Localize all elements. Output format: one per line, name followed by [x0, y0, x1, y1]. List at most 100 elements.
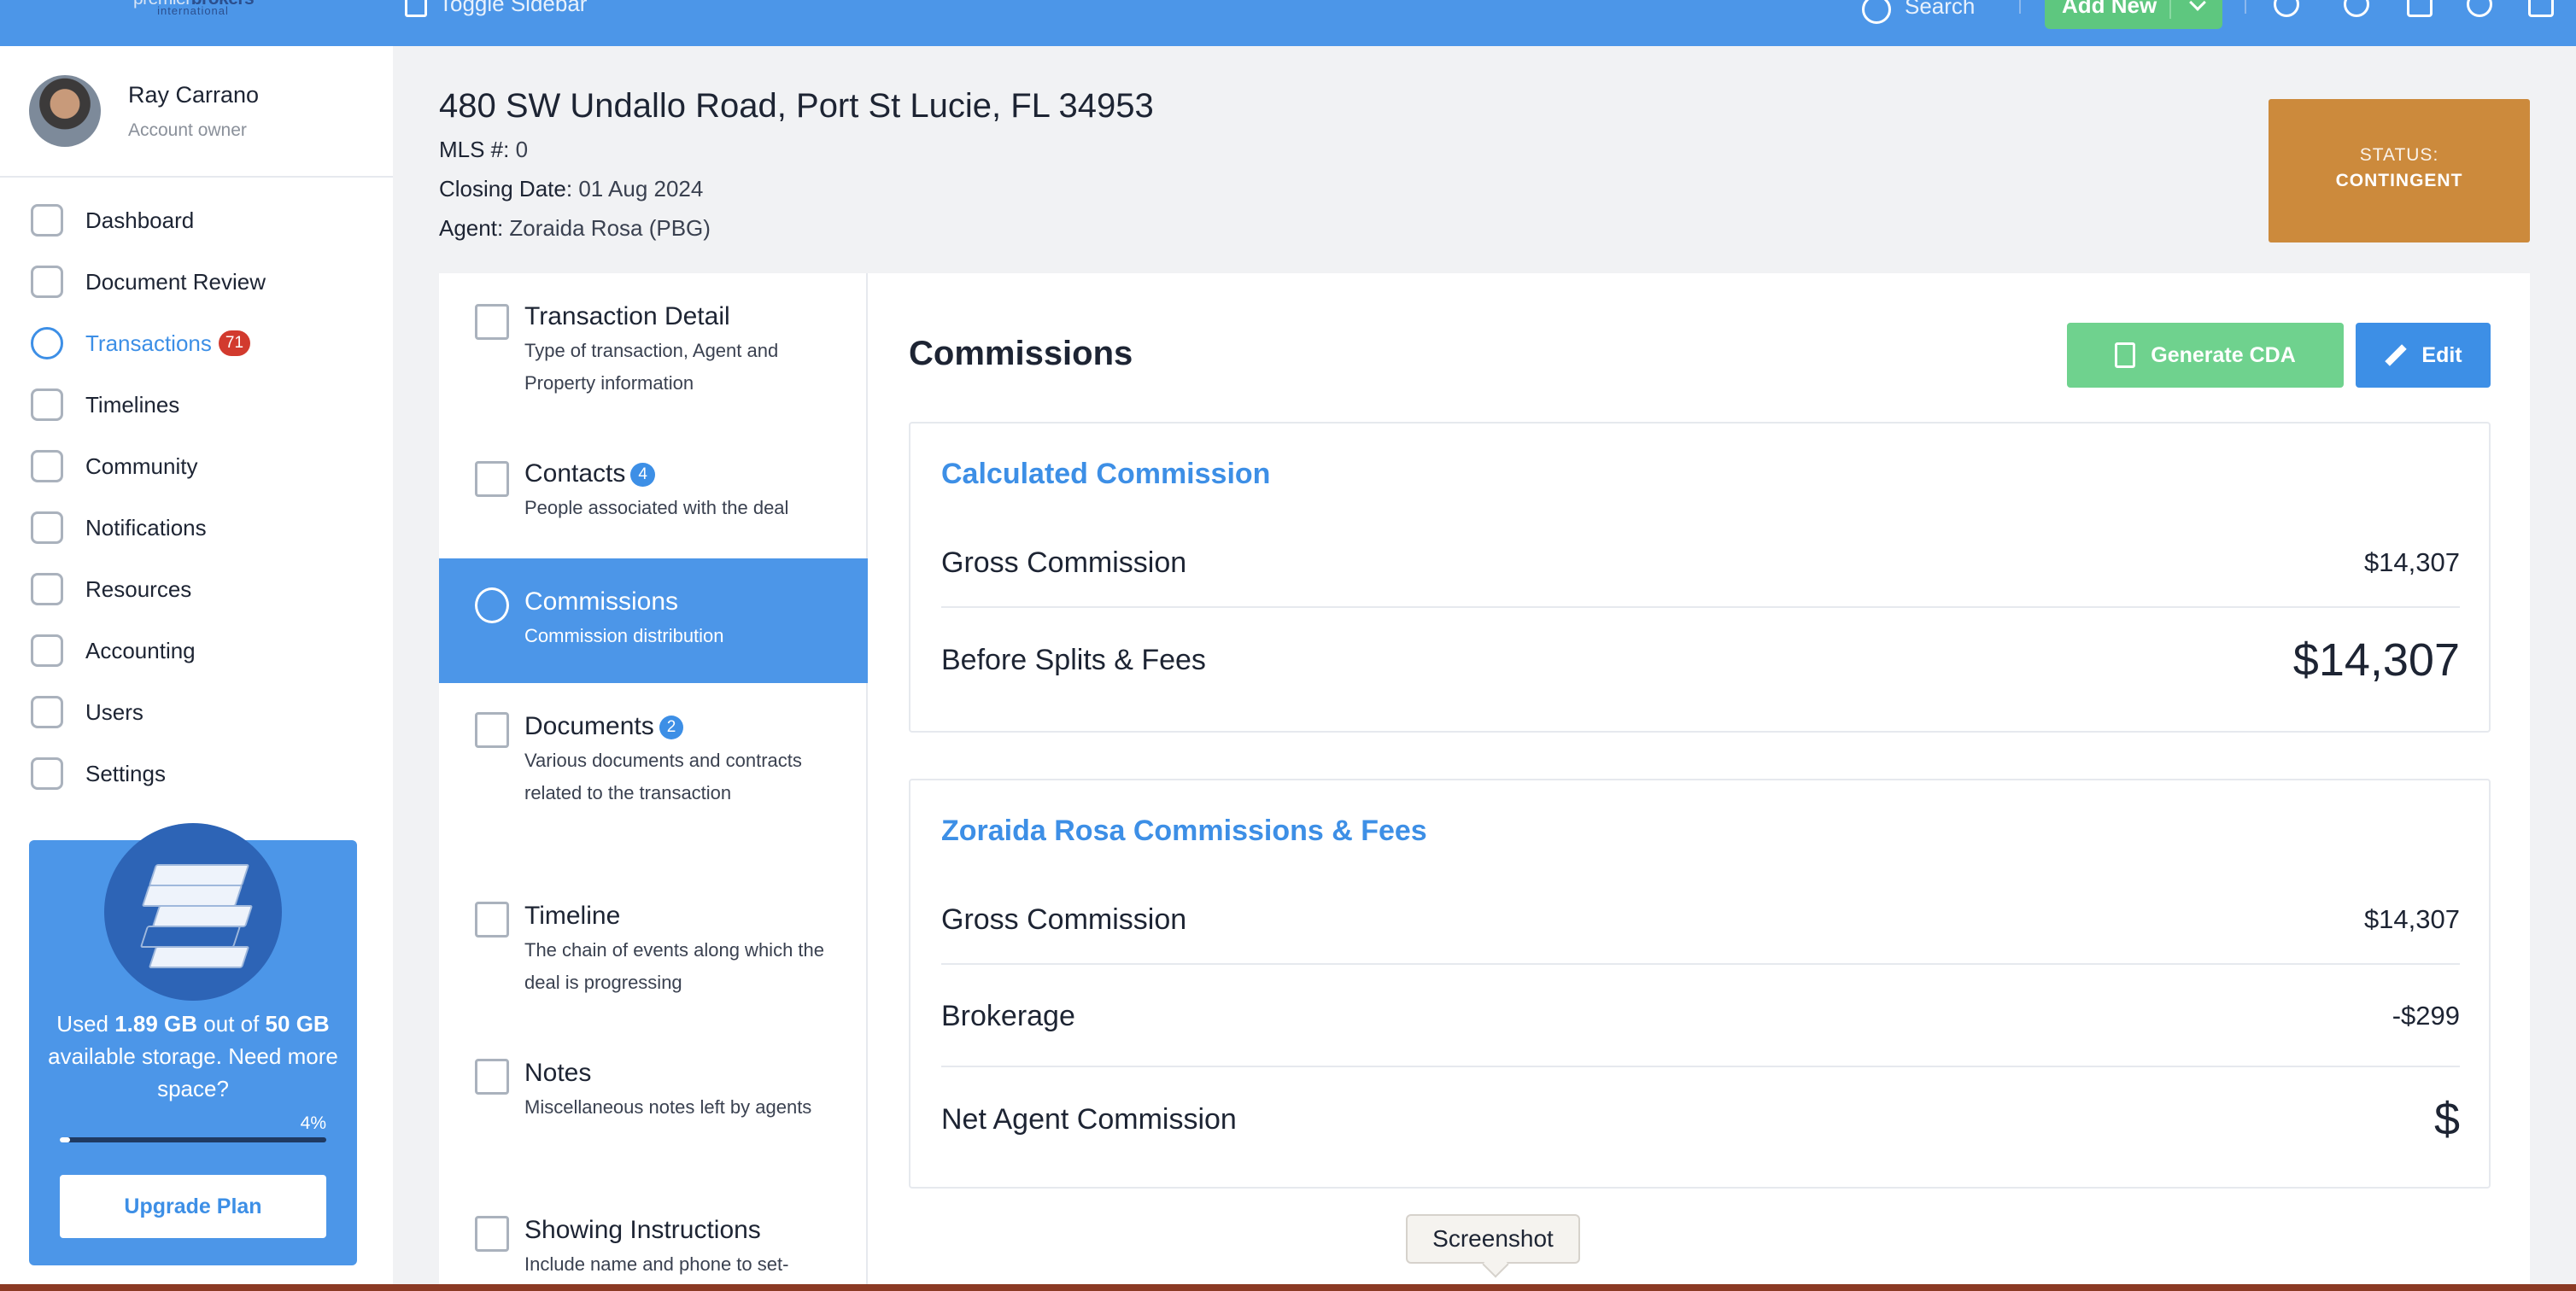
agent-commissions-panel: Zoraida Rosa Commissions & Fees Gross Co… [909, 779, 2491, 1189]
sidebar-item-label: Community [85, 453, 198, 479]
storage-progress-bar [60, 1137, 326, 1142]
sidebar: Ray Carrano Account owner Dashboard Docu… [0, 46, 393, 1291]
folder-icon [31, 573, 63, 605]
sidebar-item-resources[interactable]: Resources [0, 558, 393, 620]
tab-contacts[interactable]: Contacts 4 People associated with the dea… [439, 430, 868, 558]
accounting-icon [31, 634, 63, 667]
tab-title: Notes [524, 1059, 592, 1087]
toggle-sidebar-button[interactable]: Toggle Sidebar [405, 0, 587, 17]
external-link-icon[interactable] [2528, 0, 2554, 17]
mls-number: MLS #: 0 [439, 137, 528, 163]
tab-documents[interactable]: Documents 2 Various documents and contrac… [439, 683, 868, 873]
section-title: Commissions [909, 335, 1133, 372]
screenshot-tooltip: Screenshot [1406, 1214, 1580, 1264]
transaction-subnav: Transaction Detail Type of transaction, … [439, 273, 868, 1291]
storage-text: Used 1.89 GB out of 50 GB available stor… [46, 1008, 340, 1105]
row-value: $ [2433, 1094, 2460, 1145]
user-profile[interactable]: Ray Carrano Account owner [0, 46, 393, 178]
mls-value: 0 [515, 137, 529, 162]
tab-title: Showing Instructions [524, 1216, 761, 1244]
gear-icon [31, 757, 63, 790]
status-value: CONTINGENT [2335, 171, 2463, 190]
storage-suffix: available storage. Need more space? [48, 1043, 338, 1101]
sidebar-item-transactions[interactable]: Transactions 71 [0, 313, 393, 374]
upgrade-plan-button[interactable]: Upgrade Plan [60, 1175, 326, 1238]
sidebar-item-label: Dashboard [85, 207, 195, 233]
row-label: Gross Commission [941, 903, 1187, 936]
tab-title: Timeline [524, 902, 621, 930]
search-label: Search [1905, 0, 1976, 19]
divider [2245, 0, 2246, 14]
chevron-down-icon[interactable] [2189, 0, 2206, 11]
sidebar-nav: Dashboard Document Review Transactions 71… [0, 178, 393, 804]
tab-description: Various documents and contracts related … [524, 750, 802, 803]
divider [2169, 0, 2171, 19]
storage-widget: Used 1.89 GB out of 50 GB available stor… [29, 823, 357, 1265]
row-label: Net Agent Commission [941, 1102, 1237, 1136]
tab-title: Transaction Detail [524, 302, 730, 330]
megaphone-icon[interactable] [2274, 0, 2299, 17]
sidebar-item-dashboard[interactable]: Dashboard [0, 190, 393, 251]
add-new-button[interactable]: Add New [2045, 0, 2222, 29]
closing-date-label: Closing Date: [439, 176, 573, 202]
help-icon[interactable] [2467, 0, 2492, 17]
sidebar-item-users[interactable]: Users [0, 681, 393, 743]
tab-commissions[interactable]: Commissions Commission distribution [439, 558, 868, 683]
page-title: 480 SW Undallo Road, Port St Lucie, FL 3… [439, 87, 1154, 125]
sidebar-item-label: Users [85, 698, 143, 725]
tab-showing-instructions[interactable]: Showing Instructions Include name and ph… [439, 1187, 868, 1291]
panel-title: Calculated Commission [941, 458, 1271, 490]
calculated-commission-panel: Calculated Commission Gross Commission $… [909, 422, 2491, 733]
row-label: Gross Commission [941, 546, 1187, 579]
tab-title: Contacts [524, 459, 626, 488]
agent-label: Agent: [439, 215, 504, 241]
generate-cda-button[interactable]: Generate CDA [2067, 323, 2344, 388]
contacts-count-badge: 4 [630, 463, 655, 488]
news-icon[interactable] [2407, 0, 2433, 17]
logo[interactable]: premierbrokers international [133, 0, 255, 17]
community-icon [31, 450, 63, 482]
sidebar-item-timelines[interactable]: Timelines [0, 374, 393, 435]
sidebar-item-notifications[interactable]: Notifications [0, 497, 393, 558]
gear-icon[interactable] [2344, 0, 2369, 17]
toggle-sidebar-label: Toggle Sidebar [439, 0, 588, 16]
sidebar-item-document-review[interactable]: Document Review [0, 251, 393, 313]
tab-description: The chain of events along which the deal… [524, 939, 825, 993]
storage-used: 1.89 GB [114, 1011, 198, 1037]
timeline-icon [475, 902, 509, 938]
sidebar-item-accounting[interactable]: Accounting [0, 620, 393, 681]
tab-description: Type of transaction, Agent and Property … [524, 340, 779, 394]
document-add-icon [2115, 342, 2136, 368]
tab-timeline[interactable]: Timeline The chain of events along which… [439, 873, 868, 1030]
sidebar-item-label: Resources [85, 575, 192, 602]
sidebar-item-label: Document Review [85, 268, 266, 295]
sidebar-item-community[interactable]: Community [0, 435, 393, 497]
storage-total: 50 GB [265, 1011, 330, 1037]
transaction-card: Transaction Detail Type of transaction, … [439, 273, 2530, 1291]
search-icon [1862, 0, 1891, 24]
agent-value: Zoraida Rosa (PBG) [509, 215, 711, 241]
tab-transaction-detail[interactable]: Transaction Detail Type of transaction, … [439, 273, 868, 418]
tab-notes[interactable]: Notes Miscellaneous notes left by agents [439, 1030, 868, 1187]
row-value: $14,307 [2292, 634, 2460, 686]
desktop-edge [0, 1284, 2576, 1291]
row-value: -$299 [2392, 1001, 2460, 1031]
search-button[interactable]: Search [1862, 0, 1975, 24]
hand-coin-icon [475, 587, 509, 623]
edit-button[interactable]: Edit [2356, 323, 2491, 388]
sidebar-item-settings[interactable]: Settings [0, 743, 393, 804]
add-new-label: Add New [2062, 0, 2157, 18]
storage-percent: 4% [300, 1113, 326, 1133]
avatar[interactable] [29, 75, 101, 147]
generate-cda-label: Generate CDA [2151, 342, 2296, 367]
pencil-icon [2385, 344, 2408, 366]
storage-progress-fill [60, 1137, 71, 1142]
tab-description: Commission distribution [524, 625, 724, 646]
closing-date-value: 01 Aug 2024 [578, 176, 704, 202]
user-role: Account owner [128, 120, 247, 140]
closing-date: Closing Date: 01 Aug 2024 [439, 176, 703, 202]
status-label: STATUS: [2359, 145, 2439, 165]
panel-title: Zoraida Rosa Commissions & Fees [941, 815, 1427, 847]
tab-title: Documents [524, 712, 654, 740]
gross-commission-row: Gross Commission $14,307 [941, 876, 2460, 965]
